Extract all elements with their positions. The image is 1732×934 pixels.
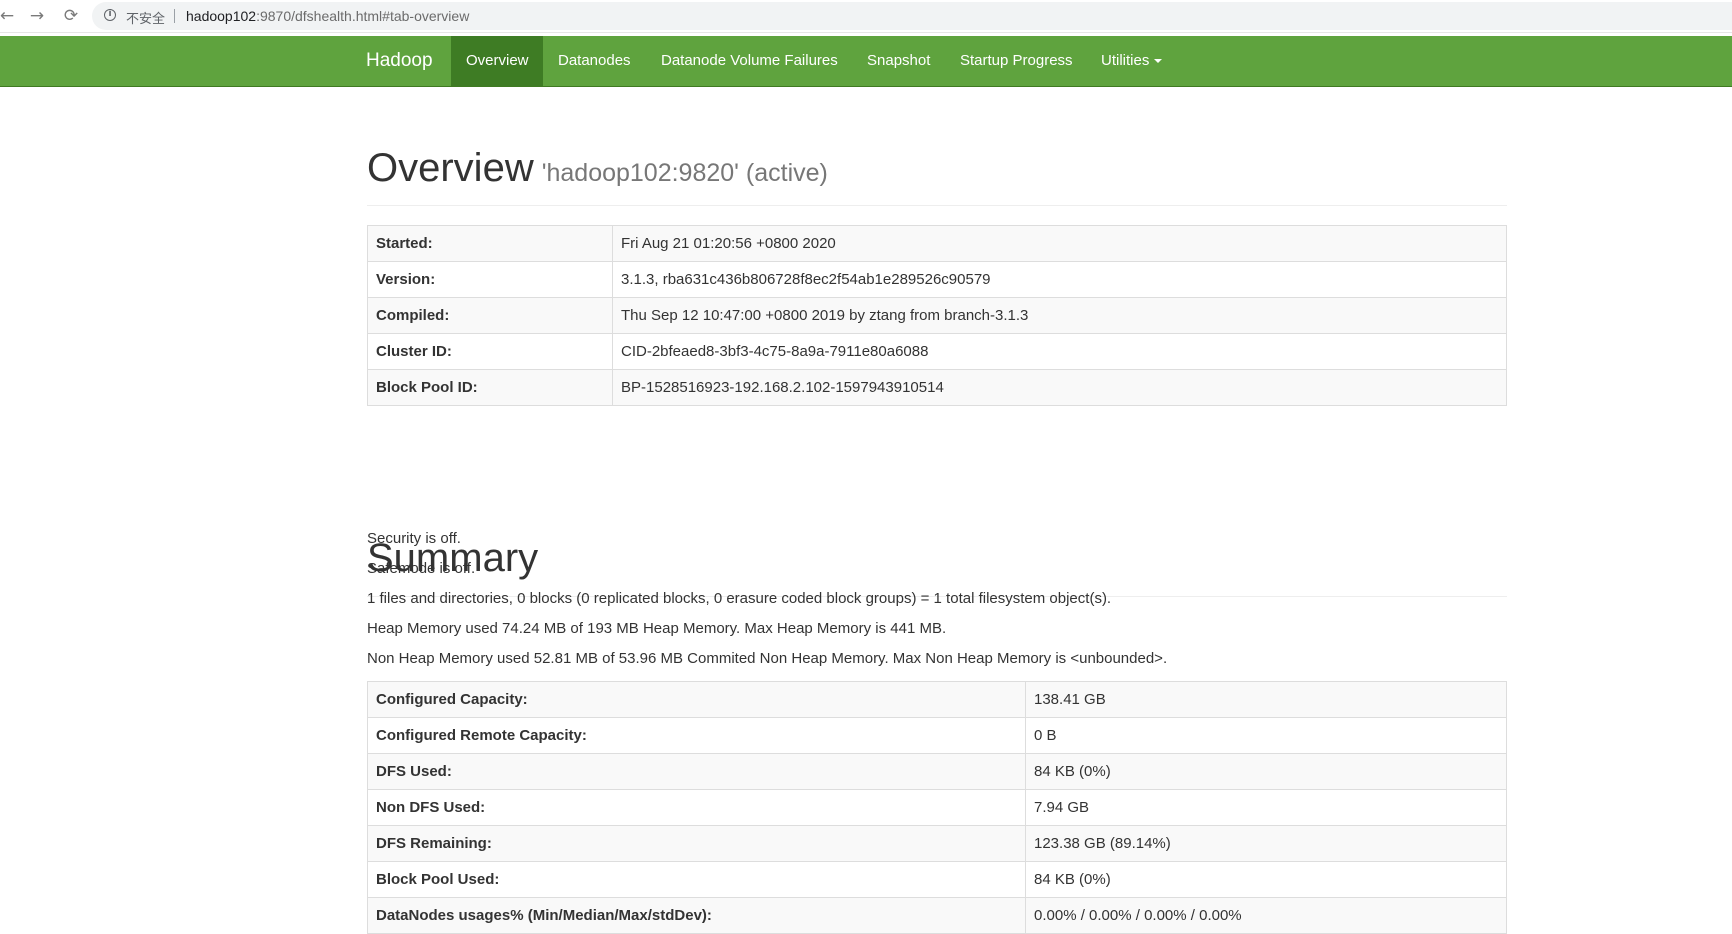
row-key: Non DFS Used:: [367, 789, 1026, 826]
row-value: CID-2bfeaed8-3bf3-4c75-8a9a-7911e80a6088: [612, 333, 1507, 370]
overview-header: Overview'hadoop102:9820' (active): [367, 86, 1507, 206]
nav-startup-progress[interactable]: Startup Progress: [945, 36, 1088, 86]
table-row: DFS Remaining: 123.38 GB (89.14%): [367, 825, 1507, 862]
row-value: 138.41 GB: [1025, 681, 1507, 718]
overview-table: Started: Fri Aug 21 01:20:56 +0800 2020 V…: [367, 225, 1507, 406]
table-row: Block Pool Used: 84 KB (0%): [367, 861, 1507, 898]
row-key: DFS Remaining:: [367, 825, 1026, 862]
security-status: Security is off.: [367, 530, 461, 547]
nav-overview[interactable]: Overview: [451, 36, 543, 86]
summary-table: Configured Capacity: 138.41 GB Configured…: [367, 681, 1507, 934]
summary-header: Summary: [367, 392, 1507, 597]
security-label: 不安全: [126, 12, 166, 27]
row-value: Fri Aug 21 01:20:56 +0800 2020: [612, 225, 1507, 262]
heap-memory: Heap Memory used 74.24 MB of 193 MB Heap…: [367, 620, 947, 637]
table-row: DataNodes usages% (Min/Median/Max/stdDev…: [367, 897, 1507, 934]
table-row: Configured Remote Capacity: 0 B: [367, 717, 1507, 754]
address-separator: [174, 9, 175, 23]
row-key: Compiled:: [367, 297, 613, 334]
navbar-brand[interactable]: Hadoop: [366, 36, 433, 86]
url-host: hadoop102: [186, 8, 257, 24]
non-heap-memory: Non Heap Memory used 52.81 MB of 53.96 M…: [367, 650, 1168, 667]
table-row: Configured Capacity: 138.41 GB: [367, 681, 1507, 718]
table-row: Version: 3.1.3, rba631c436b806728f8ec2f54…: [367, 261, 1507, 298]
overview-title: Overview'hadoop102:9820' (active): [367, 146, 828, 195]
info-icon[interactable]: i: [104, 9, 116, 21]
row-value: 0 B: [1025, 717, 1507, 754]
table-row: Non DFS Used: 7.94 GB: [367, 789, 1507, 826]
row-key: Configured Capacity:: [367, 681, 1026, 718]
overview-subtitle: 'hadoop102:9820' (active): [541, 159, 828, 187]
row-value: 0.00% / 0.00% / 0.00% / 0.00%: [1025, 897, 1507, 934]
overview-title-text: Overview: [367, 146, 534, 190]
table-row: DFS Used: 84 KB (0%): [367, 753, 1507, 790]
row-value: 84 KB (0%): [1025, 753, 1507, 790]
caret-down-icon: [1154, 59, 1163, 64]
back-arrow-icon[interactable]: ←: [0, 5, 18, 27]
nav-snapshot[interactable]: Snapshot: [852, 36, 945, 86]
table-row: Cluster ID: CID-2bfeaed8-3bf3-4c75-8a9a-7…: [367, 333, 1507, 370]
row-key: DFS Used:: [367, 753, 1026, 790]
forward-arrow-icon[interactable]: →: [26, 5, 48, 27]
reload-icon[interactable]: ⟳: [60, 5, 82, 27]
hadoop-navbar: Hadoop Overview Datanodes Datanode Volum…: [0, 36, 1732, 87]
browser-toolbar: ← → ⟳ i 不安全 hadoop102:9870/dfshealth.htm…: [0, 0, 1732, 33]
safemode-status: Safemode is off.: [367, 560, 476, 577]
row-key: Cluster ID:: [367, 333, 613, 370]
url-text[interactable]: hadoop102:9870/dfshealth.html#tab-overvi…: [186, 8, 469, 24]
nav-utilities-label: Utilities: [1101, 52, 1150, 69]
row-value: Thu Sep 12 10:47:00 +0800 2019 by ztang …: [612, 297, 1507, 334]
nav-datanodes[interactable]: Datanodes: [543, 36, 646, 86]
filesystem-objects: 1 files and directories, 0 blocks (0 rep…: [367, 590, 1112, 607]
row-value: 7.94 GB: [1025, 789, 1507, 826]
row-value: 84 KB (0%): [1025, 861, 1507, 898]
row-key: Version:: [367, 261, 613, 298]
table-row: Started: Fri Aug 21 01:20:56 +0800 2020: [367, 225, 1507, 262]
row-value: 123.38 GB (89.14%): [1025, 825, 1507, 862]
row-key: Block Pool Used:: [367, 861, 1026, 898]
nav-datanode-volume-failures[interactable]: Datanode Volume Failures: [646, 36, 853, 86]
table-row: Compiled: Thu Sep 12 10:47:00 +0800 2019 …: [367, 297, 1507, 334]
address-bar[interactable]: i 不安全 hadoop102:9870/dfshealth.html#tab-…: [92, 2, 1732, 30]
row-key: DataNodes usages% (Min/Median/Max/stdDev…: [367, 897, 1026, 934]
row-value: 3.1.3, rba631c436b806728f8ec2f54ab1e2895…: [612, 261, 1507, 298]
nav-utilities[interactable]: Utilities: [1086, 36, 1177, 86]
url-path: :9870/dfshealth.html#tab-overview: [256, 8, 470, 24]
row-key: Configured Remote Capacity:: [367, 717, 1026, 754]
row-key: Started:: [367, 225, 613, 262]
